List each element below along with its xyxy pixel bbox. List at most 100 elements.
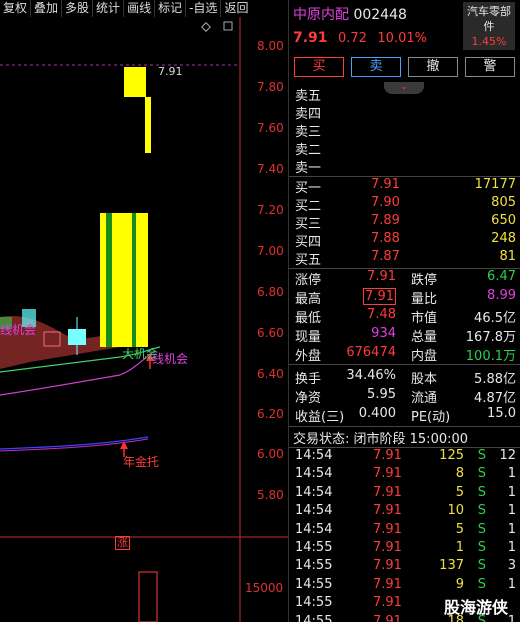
tick-volume: 8 xyxy=(455,466,464,482)
stat-label: 涨停 xyxy=(295,273,322,288)
toolbar-multi-stock[interactable]: 多股 xyxy=(62,0,94,17)
cancel-button[interactable]: 撤 xyxy=(408,57,458,77)
buy-order-row[interactable]: 买四 7.88 248 xyxy=(295,231,516,250)
tick-time: 14:55 xyxy=(295,595,333,611)
buy-button[interactable]: 买 xyxy=(294,57,344,77)
quote-panel: 中原内配 002448 7.91 0.72 10.01% 汽车零部件 1.45%… xyxy=(288,0,520,622)
stat-row: 涨停 7.91 跌停 6.47 xyxy=(295,269,516,288)
limit-up-badge: 涨 xyxy=(115,536,130,550)
current-price: 7.91 xyxy=(293,30,328,46)
stat-value: 15.0 xyxy=(487,406,516,421)
tick-row: 14:54 7.91 8 S 1 xyxy=(295,466,516,484)
toolbar-mark[interactable]: 标记 xyxy=(155,0,187,17)
buy-order-price: 7.90 xyxy=(371,195,400,210)
tick-side: S xyxy=(477,503,486,519)
price-axis-label: 7.20 xyxy=(257,203,284,217)
stat-row: 换手 34.46% 股本 5.88亿 xyxy=(295,368,516,387)
sector-pct: 1.45% xyxy=(471,35,507,48)
tick-count: 3 xyxy=(507,558,516,574)
stat-value: 46.5亿 xyxy=(474,311,516,326)
tick-price: 7.91 xyxy=(373,576,402,592)
buy-order-row[interactable]: 买二 7.90 805 xyxy=(295,195,516,214)
high-price-marker: 7.91 xyxy=(158,65,183,78)
stat-value: 7.91 xyxy=(367,269,396,284)
sector-box[interactable]: 汽车零部件 1.45% xyxy=(463,2,515,50)
tick-time: 14:54 xyxy=(295,484,333,500)
sell-button[interactable]: 卖 xyxy=(351,57,401,77)
toolbar-overlay[interactable]: 叠加 xyxy=(31,0,63,17)
tick-count: 1 xyxy=(507,576,516,592)
tick-side: S xyxy=(477,484,486,500)
buy-order-volume: 81 xyxy=(499,249,516,264)
tick-price: 7.91 xyxy=(373,503,402,519)
stat-value: 676474 xyxy=(346,345,396,360)
tick-time: 14:54 xyxy=(295,466,333,482)
tick-volume: 5 xyxy=(455,484,464,500)
stat-value: 7.91 xyxy=(363,288,396,305)
buy-order-label: 买四 xyxy=(295,235,322,250)
stock-name: 中原内配 xyxy=(293,7,349,23)
price-axis-label: 5.80 xyxy=(257,488,284,502)
tick-time: 14:55 xyxy=(295,613,333,622)
tick-price: 7.91 xyxy=(373,448,402,463)
sell-order-row: 卖三 xyxy=(295,125,322,140)
stat-label: 外盘 xyxy=(295,349,322,364)
buy-order-label: 买二 xyxy=(295,199,322,214)
stat-row: 最低 7.48 市值 46.5亿 xyxy=(295,307,516,326)
tick-price: 7.91 xyxy=(373,613,402,622)
tick-volume: 5 xyxy=(455,521,464,537)
stat-label: PE(动) xyxy=(411,410,451,425)
sector-name: 汽车零部件 xyxy=(467,5,511,33)
volume-axis-label: 15000 xyxy=(245,581,284,595)
stat-row: 收益(三) 0.400 PE(动) 15.0 xyxy=(295,406,516,425)
toolbar-remove-watchlist[interactable]: -自选 xyxy=(186,0,222,17)
tick-count: 1 xyxy=(507,484,516,500)
stat-value: 34.46% xyxy=(346,368,396,383)
toolbar-back[interactable]: 返回 xyxy=(221,0,251,17)
stat-value: 167.8万 xyxy=(465,330,516,345)
tick-side: S xyxy=(477,448,486,463)
sell-order-row: 卖二 xyxy=(295,143,322,158)
tick-time: 14:55 xyxy=(295,540,333,555)
stat-label: 市值 xyxy=(411,311,438,326)
tick-time: 14:55 xyxy=(295,576,333,592)
alert-button[interactable]: 警 xyxy=(465,57,515,77)
chart-toolbar: 复权 叠加 多股 统计 画线 标记 -自选 返回 xyxy=(0,0,288,17)
watermark: 股海游侠 xyxy=(444,598,509,617)
buy-order-row[interactable]: 买五 7.87 81 xyxy=(295,249,516,268)
toolbar-statistics[interactable]: 统计 xyxy=(93,0,125,17)
square-icon xyxy=(223,21,233,31)
price-axis-label: 7.60 xyxy=(257,121,284,135)
sell-order-row: 卖五 xyxy=(295,89,322,104)
buy-order-volume: 17177 xyxy=(474,177,516,192)
tick-row: 14:54 7.91 125 S 12 xyxy=(295,448,516,466)
tick-side: S xyxy=(477,576,486,592)
buy-order-row[interactable]: 买一 7.91 17177 xyxy=(295,177,516,196)
buy-order-price: 7.88 xyxy=(371,231,400,246)
buy-order-price: 7.91 xyxy=(371,177,400,192)
kline-chart[interactable]: 线机会 大机会 线机会 年金托 7.91 涨 8.00 7.80 7.60 7.… xyxy=(0,17,288,622)
tick-row: 14:55 7.91 9 S 1 xyxy=(295,577,516,595)
stat-value: 6.47 xyxy=(487,269,516,284)
price-change: 0.72 xyxy=(338,31,367,46)
tick-row: 14:54 7.91 5 S 1 xyxy=(295,485,516,503)
tick-volume: 1 xyxy=(455,540,464,555)
tick-row: 14:54 7.91 10 S 1 xyxy=(295,503,516,521)
price-axis-label: 7.80 xyxy=(257,80,284,94)
sell-order-row: 卖四 xyxy=(295,107,322,122)
candle-top xyxy=(124,67,146,97)
tick-side: S xyxy=(477,521,486,537)
annotation-left-chance: 线机会 xyxy=(0,323,37,337)
tick-side: S xyxy=(477,466,486,482)
tick-row: 14:55 7.91 137 S 3 xyxy=(295,558,516,576)
toolbar-draw-line[interactable]: 画线 xyxy=(124,0,156,17)
buy-order-row[interactable]: 买三 7.89 650 xyxy=(295,213,516,232)
tick-volume: 125 xyxy=(439,448,464,463)
buy-order-volume: 248 xyxy=(491,231,516,246)
tick-count: 1 xyxy=(507,503,516,519)
price-axis-label: 6.20 xyxy=(257,407,284,421)
stock-code: 002448 xyxy=(353,7,407,23)
buy-order-volume: 805 xyxy=(491,195,516,210)
toolbar-fuquan[interactable]: 复权 xyxy=(0,0,32,17)
tick-side: S xyxy=(477,558,486,574)
